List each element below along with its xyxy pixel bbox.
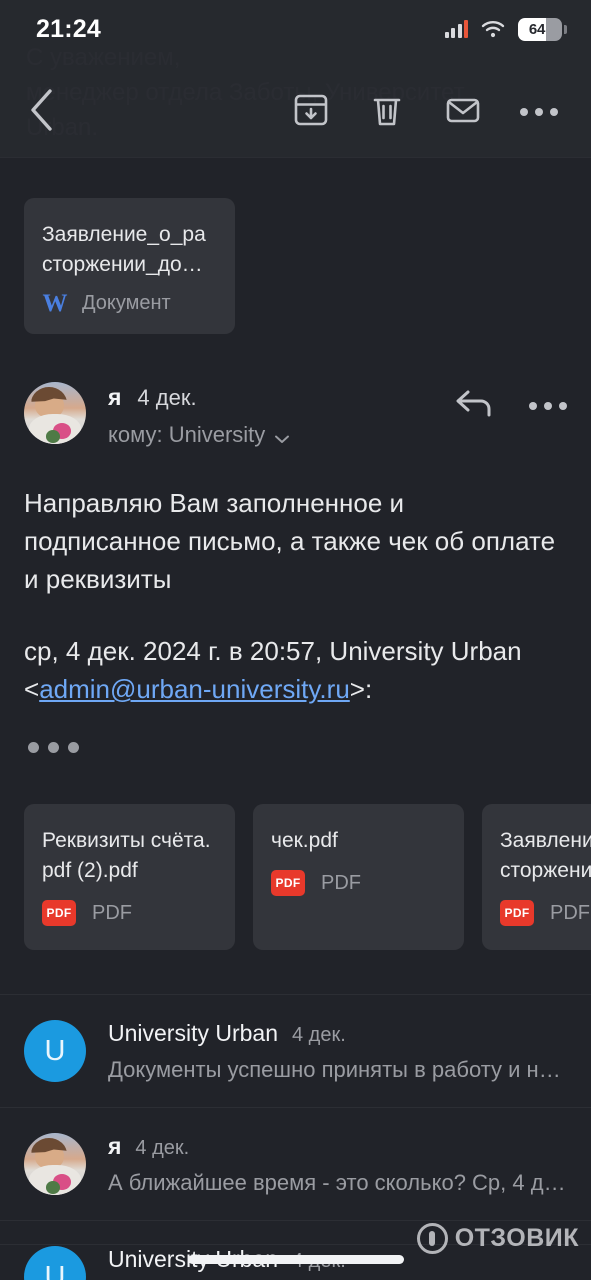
wifi-icon bbox=[481, 20, 505, 38]
avatar: U bbox=[24, 1246, 86, 1280]
thread-sender: я bbox=[108, 1132, 122, 1159]
back-chevron-icon bbox=[27, 87, 57, 138]
message-header: я 4 дек. кому: University bbox=[0, 382, 591, 448]
message-body: Направляю Вам заполненное и подписанное … bbox=[24, 488, 556, 594]
expand-quoted-text-icon[interactable] bbox=[28, 734, 84, 760]
attachment-type-label: PDF bbox=[92, 901, 132, 924]
message-sender: я bbox=[108, 384, 122, 410]
toolbar-more-button[interactable] bbox=[501, 77, 577, 147]
watermark-text: ОТЗОВИК bbox=[454, 1224, 579, 1252]
trash-icon bbox=[368, 91, 406, 134]
status-bar: 21:24 64 bbox=[0, 0, 591, 58]
attachment-type-label: Документ bbox=[82, 291, 171, 314]
attachment-type-label: PDF bbox=[550, 901, 590, 924]
battery-icon: 64 bbox=[518, 17, 562, 41]
attachment-name: Реквизиты счёта.pdf (2).pdf bbox=[42, 829, 211, 882]
attachment-card-pdf[interactable]: Реквизиты счёта.pdf (2).pdf PDF PDF bbox=[24, 804, 235, 950]
word-icon: W bbox=[42, 289, 68, 317]
avatar bbox=[24, 1133, 86, 1195]
battery-level-label: 64 bbox=[528, 20, 546, 38]
reply-arrow-icon bbox=[455, 390, 495, 422]
recipient-label: кому: University bbox=[108, 422, 266, 447]
attachment-name: чек.pdf bbox=[271, 829, 338, 852]
quoted-message-header: ср, 4 дек. 2024 г. в 20:57, University U… bbox=[24, 632, 567, 708]
archive-icon bbox=[292, 91, 330, 134]
thread-snippet: А ближайшее время - это сколько? Ср, 4 д… bbox=[108, 1169, 567, 1195]
avatar[interactable] bbox=[24, 382, 86, 444]
list-item[interactable]: U University Urban 4 дек. Документы успе… bbox=[0, 994, 591, 1107]
chevron-down-icon bbox=[275, 431, 290, 443]
thread-date: 4 дек. bbox=[135, 1136, 190, 1159]
envelope-icon bbox=[444, 91, 482, 134]
sender-email-link[interactable]: admin@urban-university.ru bbox=[39, 674, 350, 704]
attachment-card-word[interactable]: Заявление_о_ра сторжении_до… W Документ bbox=[24, 198, 235, 334]
toolbar-divider bbox=[0, 157, 591, 158]
quote-suffix: >: bbox=[349, 674, 373, 704]
thread-snippet: Документы успешно приняты в работу и нап… bbox=[108, 1056, 567, 1082]
attachment-card-pdf[interactable]: чек.pdf PDF PDF bbox=[253, 804, 464, 950]
attachment-type-label: PDF bbox=[321, 871, 361, 894]
email-thread-screen: С уважением, менеджер отдела Заботы, Уни… bbox=[0, 0, 591, 1280]
message-date: 4 дек. bbox=[137, 385, 197, 410]
attachment-name: Заявление_о_ра сторжении_до… bbox=[500, 829, 591, 882]
attachment-name: Заявление_о_ра сторжении_до… bbox=[42, 223, 206, 276]
list-item[interactable]: я 4 дек. А ближайшее время - это сколько… bbox=[0, 1107, 591, 1220]
thread-date: 4 дек. bbox=[292, 1023, 346, 1046]
status-time: 21:24 bbox=[36, 14, 101, 43]
home-indicator[interactable] bbox=[187, 1255, 404, 1264]
thread-sender: University Urban bbox=[108, 1019, 278, 1046]
signal-bars-icon bbox=[444, 20, 468, 38]
delete-button[interactable] bbox=[349, 77, 425, 147]
message-content: Заявление_о_ра сторжении_до… W Документ … bbox=[0, 158, 591, 1280]
message-more-button[interactable] bbox=[529, 401, 567, 410]
otzovik-watermark: ОТЗОВИК bbox=[416, 1223, 579, 1254]
recipient-toggle[interactable]: кому: University bbox=[108, 422, 433, 448]
battery-cap bbox=[564, 24, 567, 34]
pdf-icon: PDF bbox=[42, 900, 76, 926]
more-horizontal-icon bbox=[520, 108, 558, 116]
pdf-icon: PDF bbox=[500, 900, 534, 926]
attachment-strip[interactable]: Реквизиты счёта.pdf (2).pdf PDF PDF чек.… bbox=[0, 804, 591, 950]
attachment-card-pdf[interactable]: Заявление_о_ра сторжении_до… PDF PDF bbox=[482, 804, 591, 950]
pdf-icon: PDF bbox=[271, 870, 305, 896]
archive-button[interactable] bbox=[273, 77, 349, 147]
avatar: U bbox=[24, 1020, 86, 1082]
back-button[interactable] bbox=[0, 87, 84, 138]
reply-button[interactable] bbox=[455, 388, 495, 423]
mark-unread-button[interactable] bbox=[425, 77, 501, 147]
otzovik-logo-icon bbox=[416, 1223, 448, 1254]
